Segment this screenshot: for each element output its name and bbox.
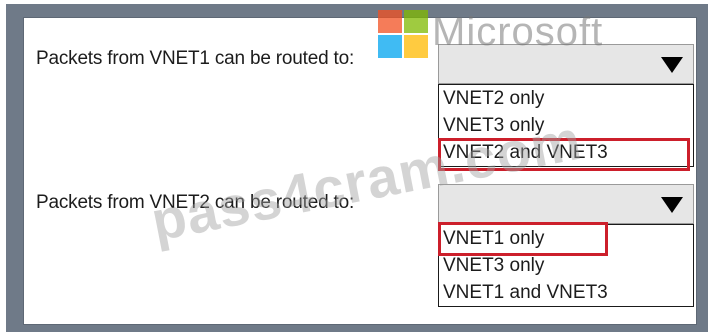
question-2-options: VNET1 only VNET3 only VNET1 and VNET3 [438, 224, 694, 307]
microsoft-watermark-text: Microsoft [432, 10, 604, 54]
question-2-option-3[interactable]: VNET1 and VNET3 [439, 279, 693, 306]
microsoft-logo-icon [378, 10, 430, 60]
chevron-down-icon [661, 57, 683, 73]
question-1-prompt: Packets from VNET1 can be routed to: [36, 48, 355, 69]
chevron-down-icon [661, 197, 683, 213]
question-2-option-2[interactable]: VNET3 only [439, 252, 693, 279]
answer-area-frame: Packets from VNET1 can be routed to: VNE… [6, 4, 708, 332]
question-2-option-1[interactable]: VNET1 only [439, 225, 693, 252]
